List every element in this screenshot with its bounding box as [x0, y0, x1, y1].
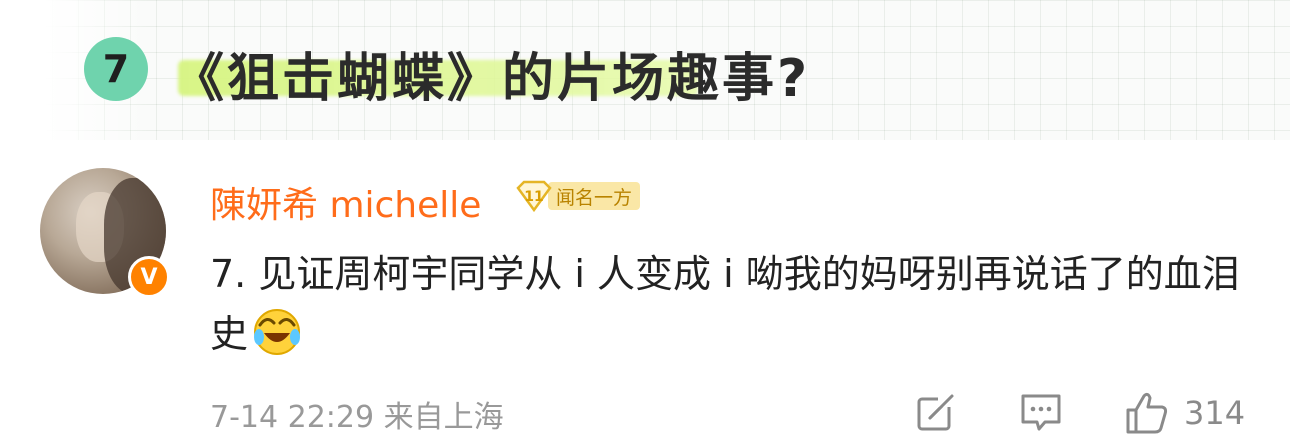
- question-title: 《狙击蝴蝶》的片场趣事?: [172, 49, 811, 109]
- level-number: 11: [524, 189, 543, 205]
- like-icon: [1126, 392, 1168, 434]
- level-shield-icon: 11: [516, 180, 552, 213]
- comment-body: 7. 见证周柯宇同学从 i 人变成 i 呦我的妈呀别再说话了的血泪史: [210, 244, 1240, 364]
- question-number-badge: 7: [84, 37, 148, 101]
- like-count: 314: [1184, 394, 1246, 432]
- username[interactable]: 陳妍希 michelle: [210, 176, 481, 228]
- share-icon: [917, 393, 956, 431]
- verified-badge: V: [128, 256, 170, 298]
- level-label: 闻名一方: [548, 182, 641, 210]
- comment-time: 7-14 22:29: [210, 400, 375, 435]
- comment-icon: [1021, 394, 1061, 431]
- quoted-question-banner: 7 《狙击蝴蝶》的片场趣事?: [0, 0, 1290, 140]
- laughing-crying-emoji: [252, 307, 302, 357]
- share-button[interactable]: [914, 390, 958, 434]
- comment-location: 来自上海: [383, 400, 504, 435]
- comment-text: 7. 见证周柯宇同学从 i 人变成 i 呦我的妈呀别再说话了的血泪史: [210, 252, 1240, 356]
- user-level-badge[interactable]: 11 闻名一方: [516, 180, 641, 213]
- comment-meta: 7-14 22:29 来自上海: [210, 392, 504, 436]
- like-button[interactable]: 314: [1124, 390, 1245, 436]
- comment-button[interactable]: [1018, 390, 1064, 434]
